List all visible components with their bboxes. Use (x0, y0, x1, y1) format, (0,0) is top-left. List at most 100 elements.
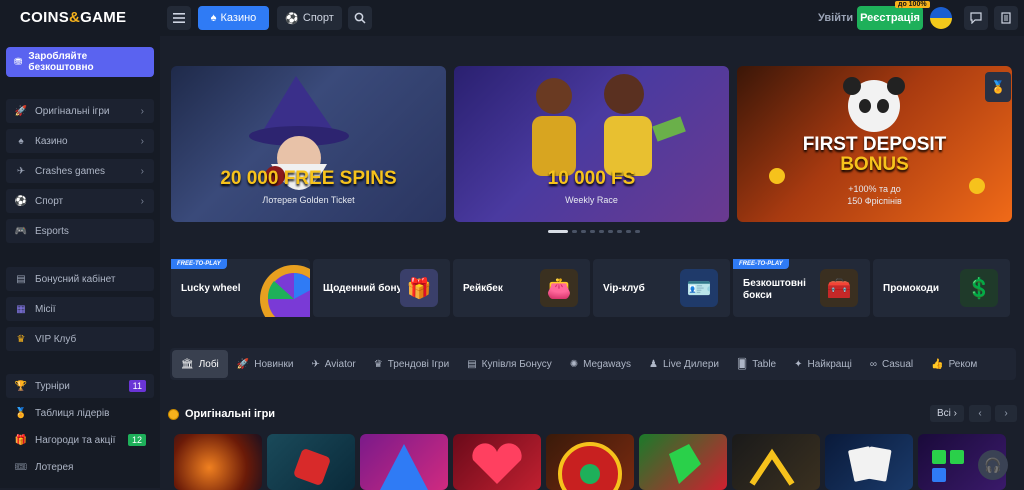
category-casual[interactable]: ∞ Casual (861, 350, 922, 378)
register-badge: до 100% (895, 1, 930, 8)
support-button[interactable]: 🎧 (978, 450, 1008, 480)
sidebar-item-missions[interactable]: ▦ Місії (6, 297, 154, 321)
category-best[interactable]: ✦ Найкращі (785, 350, 861, 378)
free-to-play-badge: FREE-TO-PLAY (171, 259, 227, 269)
banner-free-spins[interactable]: 20 000 FREE SPINS Лотерея Golden Ticket (171, 66, 446, 222)
sidebar-item-esports[interactable]: 🎮 Esports (6, 219, 154, 243)
sidebar-item-label: Esports (35, 225, 69, 237)
game-tile[interactable] (546, 434, 634, 490)
notes-button[interactable] (994, 6, 1018, 30)
playing-cards-icon (848, 446, 892, 482)
category-table[interactable]: 🂠 Table (728, 350, 785, 378)
sidebar-item-leaderboard[interactable]: 🏅 Таблиця лідерів (6, 401, 154, 425)
heart-icon (472, 443, 522, 484)
sport-tab-label: Спорт (302, 12, 334, 24)
sidebar-item-sport[interactable]: ⚽ Спорт › (6, 189, 154, 213)
chevron-right-icon: › (140, 165, 144, 177)
category-aviator[interactable]: ✈ Aviator (302, 350, 364, 378)
headset-icon: 🎧 (984, 456, 1002, 473)
count-badge: 11 (128, 380, 146, 392)
promo-label: Vip-клуб (603, 282, 645, 294)
category-recommended[interactable]: 👍 Реком (922, 350, 986, 378)
main-content: 20 000 FREE SPINS Лотерея Golden Ticket … (160, 36, 1024, 490)
sidebar-item-rewards[interactable]: 🎁 Нагороди та акції 12 (6, 428, 154, 452)
casino-tab[interactable]: ♠ Казино (198, 6, 269, 30)
game-tile[interactable] (360, 434, 448, 490)
carousel-dot[interactable] (581, 230, 586, 233)
banner-subtitle: Лотерея Golden Ticket (262, 195, 355, 205)
free-to-play-badge: FREE-TO-PLAY (733, 259, 789, 269)
category-lobby[interactable]: 🏛 Лобі (172, 350, 228, 378)
dealer-icon: ♟ (648, 358, 658, 370)
sidebar-item-vip[interactable]: ♛ VIP Клуб (6, 327, 154, 351)
menu-button[interactable] (167, 6, 191, 30)
trophy-icon: 🏅 (990, 80, 1006, 94)
carousel-dot[interactable] (617, 230, 622, 233)
see-all-button[interactable]: Всі › (930, 405, 964, 422)
sidebar-item-label: Лотерея (35, 461, 74, 473)
carousel-dot[interactable] (590, 230, 595, 233)
logo[interactable]: COINS&GAME (20, 9, 126, 26)
banner-weekly-race[interactable]: 10 000 FS Weekly Race (454, 66, 729, 222)
category-megaways[interactable]: ✺ Megaways (561, 350, 640, 378)
promo-promocodes[interactable]: Промокоди 💲 (873, 259, 1010, 317)
carousel-dot[interactable] (626, 230, 631, 233)
promo-free-boxes[interactable]: FREE-TO-PLAY Безкоштовні бокси 🧰 (733, 259, 870, 317)
promo-lucky-wheel[interactable]: FREE-TO-PLAY Lucky wheel (171, 259, 310, 317)
category-live-dealers[interactable]: ♟ Live Дилери (640, 350, 728, 378)
document-icon (1001, 12, 1011, 24)
infinity-icon: ∞ (869, 358, 877, 370)
roulette-icon (558, 442, 622, 490)
sidebar-item-bonus-cabinet[interactable]: ▤ Бонусний кабінет (6, 267, 154, 291)
game-tile[interactable] (825, 434, 913, 490)
section-title: Оригінальні ігри (185, 408, 276, 420)
game-tile[interactable] (267, 434, 355, 490)
sport-tab[interactable]: ⚽ Спорт (277, 6, 342, 30)
carousel-dot[interactable] (608, 230, 613, 233)
category-new[interactable]: 🚀 Новинки (228, 350, 303, 378)
sidebar-item-casino[interactable]: ♠ Казино › (6, 129, 154, 153)
game-tile[interactable] (174, 434, 262, 490)
category-bonus-buy[interactable]: ▤ Купівля Бонусу (458, 350, 561, 378)
rocket-icon: 🚀 (14, 105, 28, 117)
carousel-dot[interactable] (599, 230, 604, 233)
promo-rakeback[interactable]: Рейкбек 👛 (453, 259, 590, 317)
ukraine-flag-icon[interactable] (930, 7, 952, 29)
crash-icon: ✈ (16, 165, 26, 177)
promo-vip-club[interactable]: Vip-клуб 🪪 (593, 259, 730, 317)
trophy-button[interactable]: 🏅 (985, 72, 1011, 102)
sidebar-item-crashes[interactable]: ✈ Crashes games › (6, 159, 154, 183)
sidebar-item-originals[interactable]: 🚀 Оригінальні ігри › (6, 99, 154, 123)
spade-icon: ♠ (210, 12, 217, 24)
carousel-dot[interactable] (635, 230, 640, 233)
banner-title: FIRST DEPOSIT (802, 134, 947, 155)
prev-button[interactable]: ‹ (969, 405, 991, 422)
carousel-dot[interactable] (572, 230, 577, 233)
search-button[interactable] (348, 6, 372, 30)
promo-daily-bonus[interactable]: Щоденний бонус 🎁 (313, 259, 450, 317)
dice-icon (294, 449, 330, 485)
sidebar-item-label: Бонусний кабінет (35, 273, 116, 285)
banner-first-deposit[interactable]: FIRST DEPOSIT BONUS +100% та до 150 Фріс… (737, 66, 1012, 222)
next-button[interactable]: › (995, 405, 1017, 422)
medal-icon: 🏅 (14, 407, 28, 419)
register-button[interactable]: Реєстрація (857, 6, 923, 30)
casino-tab-label: Казино (220, 12, 257, 24)
sidebar-item-label: Казино (35, 135, 68, 147)
game-tile[interactable] (639, 434, 727, 490)
chat-button[interactable] (964, 6, 988, 30)
sidebar-item-label: Таблиця лідерів (35, 407, 110, 419)
game-tile[interactable] (453, 434, 541, 490)
sidebar-item-tournaments[interactable]: 🏆 Турніри 11 (6, 374, 154, 398)
star-icon: ✦ (794, 358, 803, 370)
sidebar-item-lottery[interactable]: 🎟 Лотерея (6, 455, 154, 479)
earn-free-button[interactable]: ⛃ Заробляйте безкоштовно (6, 47, 154, 77)
game-tile[interactable] (732, 434, 820, 490)
gift-icon: 🎁 (14, 434, 28, 446)
category-trending[interactable]: ♛ Трендові Ігри (365, 350, 458, 378)
top-header: COINS&GAME ♠ Казино ⚽ Спорт Увійти Реєст… (0, 0, 1024, 36)
sidebar-item-label: Місії (35, 303, 56, 315)
treasure-chest-icon: 🧰 (820, 269, 858, 307)
carousel-dot[interactable] (548, 230, 568, 233)
login-link[interactable]: Увійти (818, 12, 853, 24)
